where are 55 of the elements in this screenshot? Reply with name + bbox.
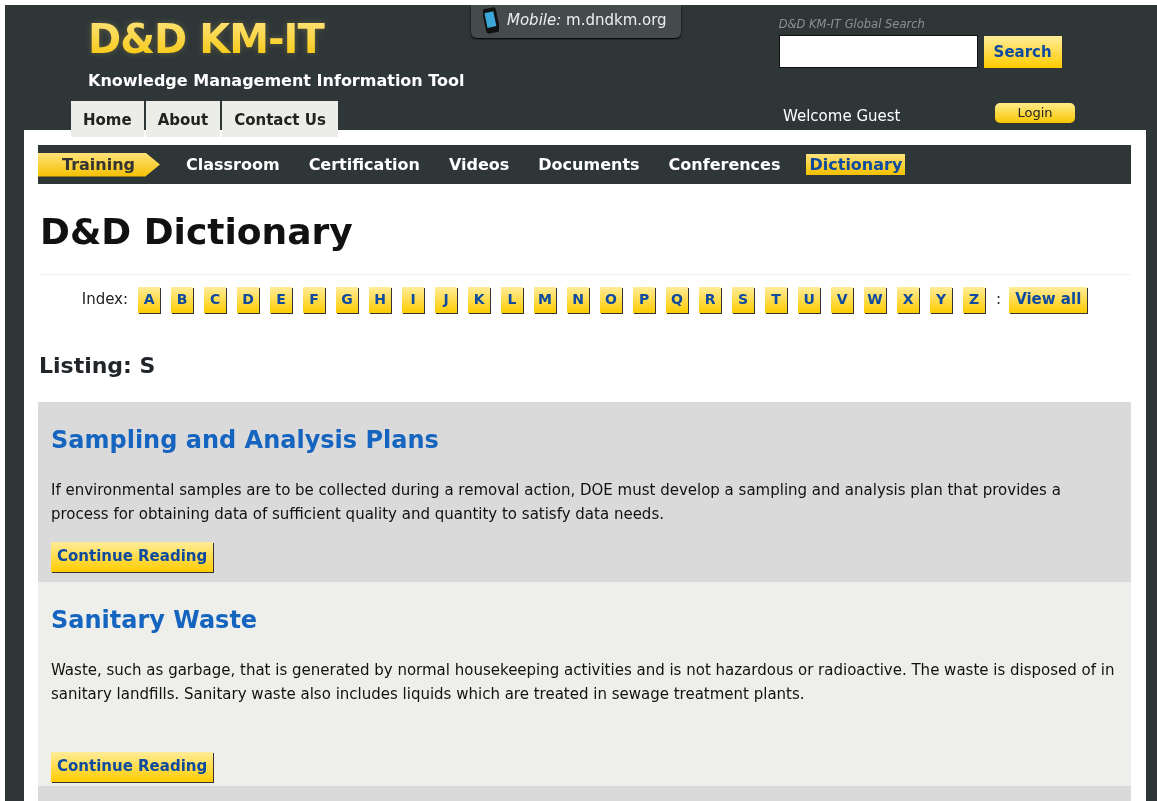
- letter-button[interactable]: K: [468, 286, 491, 313]
- search-button[interactable]: Search: [983, 36, 1062, 69]
- letter-button[interactable]: L: [501, 286, 524, 313]
- continue-reading-button[interactable]: Continue Reading: [51, 541, 214, 572]
- letter-button[interactable]: U: [798, 286, 821, 313]
- letter-button[interactable]: E: [270, 286, 293, 313]
- letter-button[interactable]: X: [897, 286, 920, 313]
- letter-button[interactable]: W: [864, 286, 887, 313]
- letter-button[interactable]: P: [633, 286, 656, 313]
- index-separator: :: [996, 289, 1002, 311]
- listing-heading: Listing: S: [39, 351, 157, 380]
- index-label: Index:: [81, 289, 129, 311]
- search-caption: D&D KM-IT Global Search: [778, 16, 926, 33]
- subnav-link[interactable]: Documents: [535, 153, 643, 176]
- subnav-link[interactable]: Conferences: [665, 153, 784, 176]
- entry-description: If environmental samples are to be collected during a removal action, DOE must develop a sampling and analysis plan that provides a process for obtaining data of sufficient quality and quantity to satisfy data needs.: [51, 479, 1062, 525]
- welcome-text: Welcome Guest: [783, 106, 901, 127]
- search-field[interactable]: [778, 35, 978, 69]
- subnav-link[interactable]: Dictionary: [806, 153, 906, 176]
- mobile-site-link[interactable]: Mobile: m.dndkm.org: [507, 9, 667, 32]
- site-tagline: Knowledge Management Information Tool: [88, 70, 465, 92]
- subnav-link[interactable]: Classroom: [183, 153, 283, 176]
- letter-button[interactable]: Z: [963, 286, 986, 313]
- entry-title-link[interactable]: Sanitary Waste: [51, 601, 1118, 638]
- page-title: D&D Dictionary: [40, 212, 354, 252]
- login-button[interactable]: Login: [995, 103, 1075, 123]
- subnav-link[interactable]: Videos: [445, 153, 513, 176]
- letter-button[interactable]: I: [402, 286, 425, 313]
- letter-button[interactable]: F: [303, 286, 326, 313]
- letter-button[interactable]: C: [204, 286, 227, 313]
- subnav-link[interactable]: Certification: [305, 153, 423, 176]
- letter-button[interactable]: T: [765, 286, 788, 313]
- nav-tab[interactable]: Contact Us: [222, 101, 338, 137]
- letter-button[interactable]: D: [237, 286, 260, 313]
- view-all-button[interactable]: View all: [1009, 286, 1088, 313]
- letter-button[interactable]: M: [534, 286, 557, 313]
- nav-tab[interactable]: Home: [71, 101, 144, 137]
- letter-button[interactable]: R: [699, 286, 722, 313]
- entry-title-link[interactable]: Sampling and Analysis Plans: [51, 421, 1118, 458]
- letter-button[interactable]: J: [435, 286, 458, 313]
- letter-button[interactable]: O: [600, 286, 623, 313]
- letter-button[interactable]: V: [831, 286, 854, 313]
- letter-button[interactable]: B: [171, 286, 194, 313]
- letter-button[interactable]: G: [336, 286, 359, 313]
- letter-button[interactable]: A: [138, 286, 161, 313]
- letter-button[interactable]: Q: [666, 286, 689, 313]
- phone-icon: [483, 7, 499, 34]
- letter-button[interactable]: S: [732, 286, 755, 313]
- nav-tab[interactable]: About: [145, 101, 221, 137]
- letter-button[interactable]: N: [567, 286, 590, 313]
- section-label: Training: [38, 152, 160, 177]
- continue-reading-button[interactable]: Continue Reading: [51, 751, 214, 782]
- letter-button[interactable]: Y: [930, 286, 953, 313]
- letter-button[interactable]: H: [369, 286, 392, 313]
- entry-description: Waste, such as garbage, that is generated by normal housekeeping activities and is not hazardous or radioactive. The waste is disposed of in sanitary landfills. Sanitary waste also includes liquids which are treated in sewage treatment plants.: [51, 659, 1116, 705]
